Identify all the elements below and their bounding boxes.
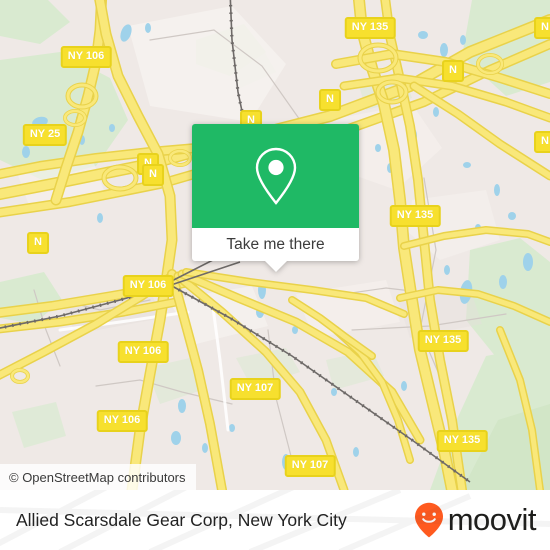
- attribution-text: © OpenStreetMap contributors: [9, 469, 186, 485]
- route-number-shield: NY 106: [96, 410, 148, 432]
- moovit-map-screenshot: .road-major-case { stroke:#e9d24a; fill:…: [0, 0, 550, 550]
- page-footer: Allied Scarsdale Gear Corp, New York Cit…: [0, 490, 550, 550]
- route-number-shield: NY 107: [284, 455, 336, 477]
- moovit-wordmark: moovit: [447, 502, 537, 537]
- route-marker-shield: N: [319, 89, 341, 111]
- popup-cta-label: Take me there: [226, 235, 325, 253]
- route-number-shield: NY 25: [22, 124, 68, 146]
- route-number-shield: NY 135: [417, 330, 469, 352]
- popup-pointer: [264, 261, 287, 272]
- route-number-shield: NY 106: [117, 341, 169, 363]
- route-number-shield: NY 135: [389, 205, 441, 227]
- route-marker-shield: N: [27, 232, 49, 254]
- route-number-shield: NY 135: [344, 17, 396, 39]
- popup-header: [192, 124, 359, 228]
- route-marker-shield: N: [534, 131, 550, 153]
- location-popup[interactable]: Take me there: [192, 124, 359, 272]
- route-number-shield: NY 135: [436, 430, 488, 452]
- moovit-smiley-pin-icon: [414, 502, 443, 538]
- location-pin-icon: [255, 147, 296, 205]
- map-canvas[interactable]: .road-major-case { stroke:#e9d24a; fill:…: [0, 0, 550, 490]
- route-number-shield: NY 107: [229, 378, 281, 400]
- route-marker-shield: N: [442, 60, 464, 82]
- moovit-brand[interactable]: moovit: [414, 502, 537, 538]
- popup-cta[interactable]: Take me there: [192, 228, 359, 272]
- route-marker-shield: N: [534, 17, 550, 39]
- map-attribution: © OpenStreetMap contributors: [0, 464, 196, 490]
- route-number-shield: NY 106: [60, 46, 112, 68]
- route-marker-shield: N: [142, 164, 164, 186]
- route-number-shield: NY 106: [122, 275, 174, 297]
- page-title: Allied Scarsdale Gear Corp, New York Cit…: [16, 509, 347, 530]
